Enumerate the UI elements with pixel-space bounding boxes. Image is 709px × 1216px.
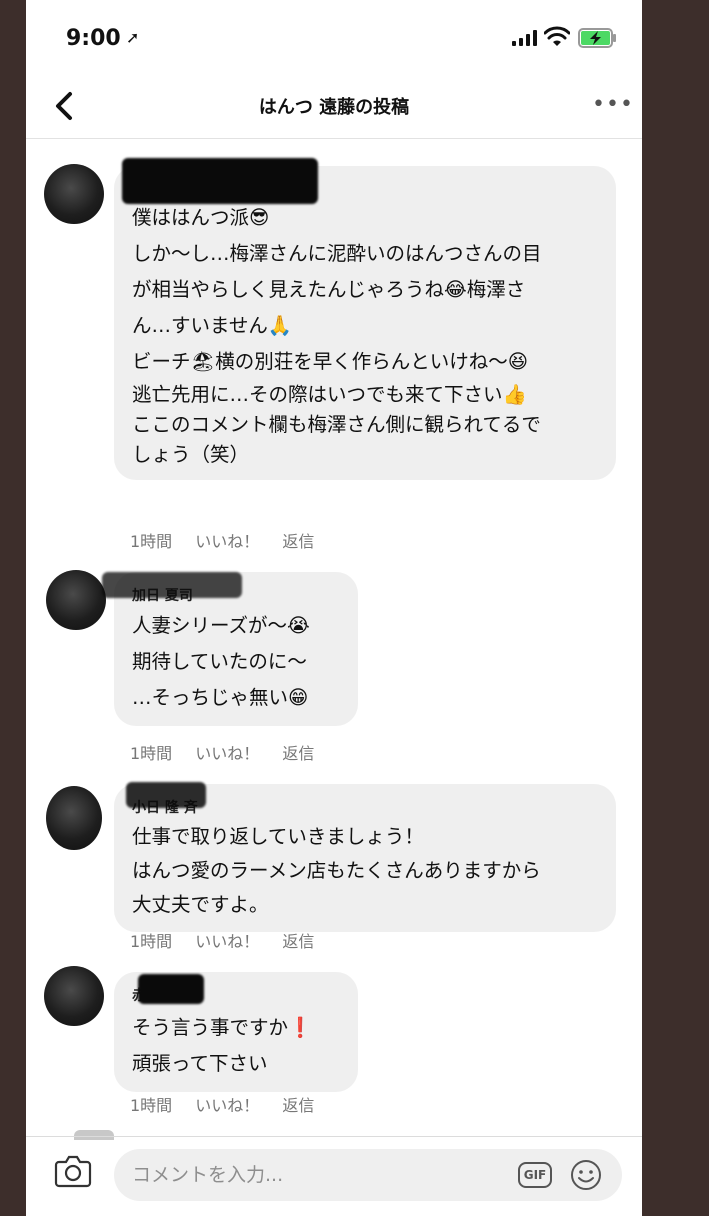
phone-screen: 9:00 ➚ はんつ 遠藤の投稿 ••• 僕ははんつ派😎 しか〜し…梅澤さんに泥… xyxy=(26,0,642,1216)
signal-icon xyxy=(512,30,537,46)
redaction-mark xyxy=(138,974,204,1004)
comment-time: 1時間 xyxy=(130,1096,173,1115)
comment-bubble: 赤 天 そう言う事ですか❗ 頑張って下さい xyxy=(114,972,358,1092)
reply-button[interactable]: 返信 xyxy=(282,532,314,551)
like-button[interactable]: いいね！ xyxy=(195,1096,259,1115)
comment-time: 1時間 xyxy=(130,532,173,551)
comment-time: 1時間 xyxy=(130,744,173,763)
avatar[interactable] xyxy=(44,966,104,1026)
comment-input-placeholder: コメントを入力... xyxy=(132,1164,284,1186)
comment-line: はんつ愛のラーメン店もたくさんありますから xyxy=(132,859,541,882)
comment-line: ん…すいません🙏 xyxy=(132,314,293,337)
like-button[interactable]: いいね！ xyxy=(195,744,259,763)
redaction-mark xyxy=(122,158,318,204)
comment-line: 期待していたのに〜 xyxy=(132,650,307,673)
comment-text: 人妻シリーズが〜😭 期待していたのに〜 …そっちじゃ無い😁 xyxy=(132,608,340,716)
comment-bubble: 小日 隆 斉 仕事で取り返していきましょう！ はんつ愛のラーメン店もたくさんあり… xyxy=(114,782,616,932)
avatar[interactable] xyxy=(46,570,106,630)
redaction-mark xyxy=(102,572,242,598)
comment-line: しょう（笑） xyxy=(132,443,250,466)
reply-button[interactable]: 返信 xyxy=(282,744,314,763)
nav-header: はんつ 遠藤の投稿 ••• xyxy=(26,76,642,139)
comment-input[interactable]: コメントを入力... GIF xyxy=(114,1149,622,1201)
comment-line: 逃亡先用に…その際はいつでも来て下さい👍 xyxy=(132,383,527,406)
location-arrow-icon: ➚ xyxy=(126,28,140,47)
comment-text: 仕事で取り返していきましょう！ はんつ愛のラーメン店もたくさんありますから 大丈… xyxy=(132,820,598,922)
wifi-icon xyxy=(544,26,570,46)
reply-button[interactable]: 返信 xyxy=(282,932,314,951)
comment-line: ここのコメント欄も梅澤さん側に観られてるで xyxy=(132,413,541,436)
comment-line: しか〜し…梅澤さんに泥酔いのはんつさんの目 xyxy=(132,242,542,265)
status-time: 9:00 xyxy=(66,26,121,51)
comment-bubble: 加日 夏司 人妻シリーズが〜😭 期待していたのに〜 …そっちじゃ無い😁 xyxy=(102,572,358,726)
more-icon[interactable]: ••• xyxy=(592,92,634,117)
comment-text: そう言う事ですか❗ 頑張って下さい xyxy=(132,1010,340,1082)
comment-line: 大丈夫ですよ。 xyxy=(132,893,269,916)
comment-line: ビーチ🏖横の別荘を早く作らんといけね〜😆 xyxy=(132,350,529,373)
comment-input-bar: コメントを入力... GIF xyxy=(26,1140,642,1216)
comment-line: 人妻シリーズが〜😭 xyxy=(132,614,310,637)
comment-time: 1時間 xyxy=(130,932,173,951)
gif-icon[interactable]: GIF xyxy=(518,1162,552,1188)
comment-line: …そっちじゃ無い😁 xyxy=(132,686,309,709)
avatar[interactable] xyxy=(44,164,104,224)
status-bar: 9:00 ➚ xyxy=(26,0,642,76)
comment-line: そう言う事ですか❗ xyxy=(132,1016,313,1039)
comment-meta: 1時間 いいね！ 返信 xyxy=(130,740,332,764)
next-comment-peek xyxy=(74,1130,114,1140)
divider xyxy=(26,1136,642,1137)
redaction-mark xyxy=(126,782,206,808)
comment-meta: 1時間 いいね！ 返信 xyxy=(130,928,332,952)
camera-icon[interactable] xyxy=(54,1154,92,1188)
comment-text: 僕ははんつ派😎 しか〜し…梅澤さんに泥酔いのはんつさんの目 が相当やらしく見えた… xyxy=(132,200,598,470)
like-button[interactable]: いいね！ xyxy=(195,532,259,551)
comment-meta: 1時間 いいね！ 返信 xyxy=(130,1092,332,1116)
reply-button[interactable]: 返信 xyxy=(282,1096,314,1115)
comment-line: 仕事で取り返していきましょう！ xyxy=(132,825,424,848)
battery-charging-icon xyxy=(578,28,616,48)
like-button[interactable]: いいね！ xyxy=(195,932,259,951)
comment-line: が相当やらしく見えたんじゃろうね😂梅澤さ xyxy=(132,278,526,301)
page-title: はんつ 遠藤の投稿 xyxy=(258,97,410,118)
comment-meta: 1時間 いいね！ 返信 xyxy=(130,528,332,552)
comment-line: 僕ははんつ派😎 xyxy=(132,206,270,229)
avatar[interactable] xyxy=(46,786,102,850)
comment-bubble: 僕ははんつ派😎 しか〜し…梅澤さんに泥酔いのはんつさんの目 が相当やらしく見えた… xyxy=(114,158,616,480)
smiley-icon[interactable] xyxy=(570,1159,602,1191)
comment-line: 頑張って下さい xyxy=(132,1052,268,1075)
